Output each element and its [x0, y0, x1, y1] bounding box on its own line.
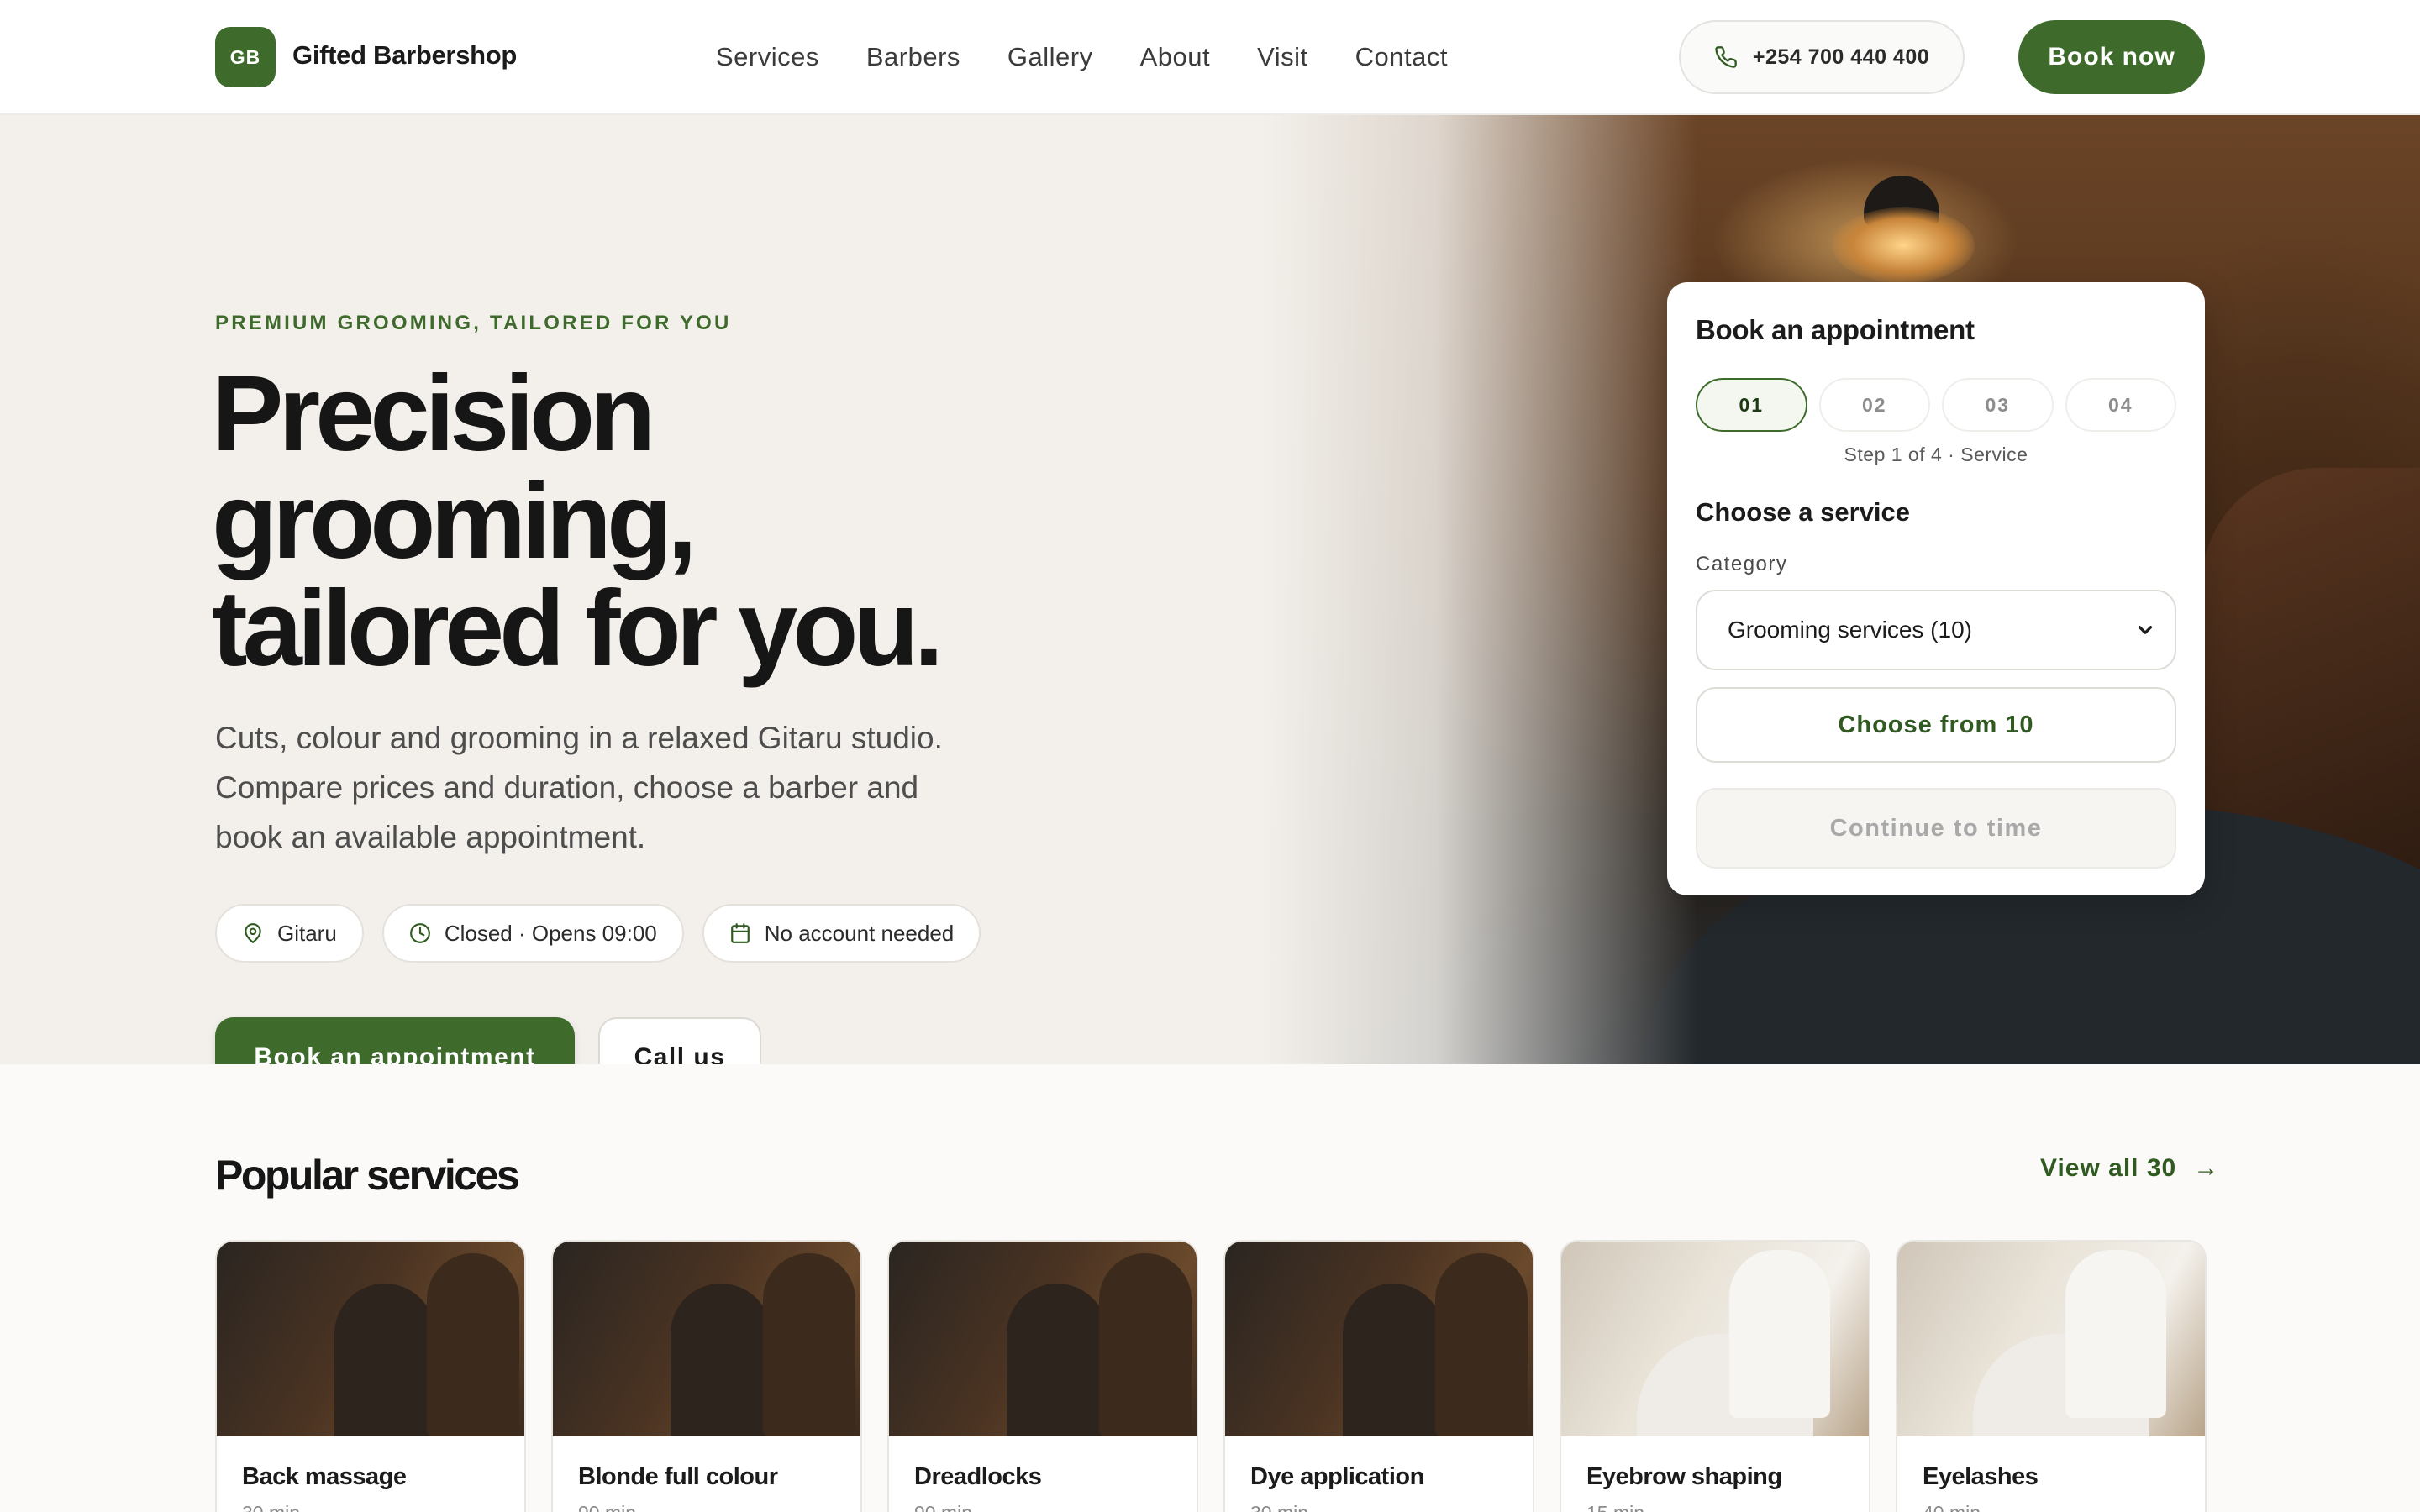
account-chip: No account needed — [702, 904, 981, 963]
service-card[interactable]: Eyebrow shaping 15 min — [1560, 1240, 1870, 1512]
hero-subtitle-line: book an available appointment. — [215, 820, 646, 854]
phone-button[interactable]: +254 700 440 400 — [1679, 20, 1965, 94]
chevron-down-icon — [2138, 626, 2153, 634]
service-card[interactable]: Dye application 30 min — [1223, 1240, 1534, 1512]
service-duration: 30 min — [242, 1502, 300, 1512]
step-3[interactable]: 03 — [1942, 378, 2054, 432]
category-label: Category — [1696, 553, 1788, 575]
location-pin-icon — [245, 923, 261, 943]
service-image — [1897, 1242, 2205, 1436]
view-all-label: View all 30 — [2040, 1154, 2177, 1182]
service-image — [889, 1242, 1197, 1436]
hero-fade-overlay — [1260, 115, 1697, 1064]
service-card[interactable]: Dreadlocks 90 min — [887, 1240, 1198, 1512]
book-appointment-button[interactable]: Book an appointment — [215, 1017, 575, 1064]
booking-card-title: Book an appointment — [1696, 314, 1975, 345]
hero-title-line: tailored for you. — [212, 569, 944, 689]
hero-subtitle-line: Compare prices and duration, choose a ba… — [215, 770, 919, 805]
service-card[interactable]: Back massage 30 min — [215, 1240, 526, 1512]
step-caption: Step 1 of 4 · Service — [1844, 444, 2028, 465]
calendar-icon — [730, 923, 750, 943]
arrow-right-icon: → — [2193, 1154, 2220, 1182]
service-name: Back massage — [242, 1463, 407, 1490]
nav-contact[interactable]: Contact — [1355, 42, 1448, 72]
nav-services[interactable]: Services — [716, 42, 819, 72]
location-chip: Gitaru — [215, 904, 364, 963]
hours-chip-label: Closed · Opens 09:00 — [444, 920, 657, 946]
service-card[interactable]: Blonde full colour 90 min — [551, 1240, 862, 1512]
services-list: Back massage 30 min Blonde full colour 9… — [215, 1240, 2207, 1512]
book-now-button[interactable]: Book now — [2018, 20, 2205, 94]
brand-logo[interactable]: GB — [215, 27, 276, 87]
phone-icon — [1715, 46, 1737, 68]
nav-gallery[interactable]: Gallery — [1007, 42, 1093, 72]
choose-service-heading: Choose a service — [1696, 497, 1911, 527]
service-name: Eyelashes — [1923, 1463, 2039, 1490]
service-image — [217, 1242, 524, 1436]
step-4[interactable]: 04 — [2065, 378, 2176, 432]
nav-barbers[interactable]: Barbers — [866, 42, 960, 72]
phone-number: +254 700 440 400 — [1752, 45, 1930, 69]
brand-name[interactable]: Gifted Barbershop — [292, 40, 517, 71]
hero-title-line: grooming, — [212, 461, 697, 581]
site-header: GB Gifted Barbershop Services Barbers Ga… — [0, 0, 2420, 115]
continue-to-time-button[interactable]: Continue to time — [1696, 788, 2176, 869]
step-1[interactable]: 01 — [1696, 378, 1807, 432]
main-nav: Services Barbers Gallery About Visit Con… — [716, 42, 1448, 72]
category-select-value: Grooming services (10) — [1728, 617, 1972, 643]
service-duration: 15 min — [1586, 1502, 1644, 1512]
service-image — [553, 1242, 860, 1436]
hero-eyebrow: PREMIUM GROOMING, TAILORED FOR YOU — [215, 312, 732, 334]
service-image — [1225, 1242, 1533, 1436]
booking-steps: 01 02 03 04 — [1696, 378, 2176, 432]
hours-chip: Closed · Opens 09:00 — [381, 904, 684, 963]
step-2[interactable]: 02 — [1818, 378, 1930, 432]
booking-card: Book an appointment 01 02 03 04 Step 1 o… — [1667, 282, 2205, 895]
category-select[interactable]: Grooming services (10) — [1696, 590, 2176, 670]
clock-icon — [409, 923, 430, 943]
hero-subtitle: Cuts, colour and grooming in a relaxed G… — [215, 713, 1005, 862]
hero-title: Precision grooming, tailored for you. — [212, 360, 1052, 683]
location-chip-label: Gitaru — [277, 920, 337, 946]
service-name: Dreadlocks — [914, 1463, 1042, 1490]
hero-section: PREMIUM GROOMING, TAILORED FOR YOU Preci… — [0, 115, 2420, 1064]
nav-about[interactable]: About — [1140, 42, 1211, 72]
service-card[interactable]: Eyelashes 40 min — [1896, 1240, 2207, 1512]
nav-visit[interactable]: Visit — [1257, 42, 1308, 72]
service-duration: 90 min — [914, 1502, 972, 1512]
service-duration: 40 min — [1923, 1502, 1981, 1512]
hero-title-line: Precision — [212, 354, 655, 474]
account-chip-label: No account needed — [764, 920, 955, 946]
service-name: Eyebrow shaping — [1586, 1463, 1782, 1490]
service-image — [1561, 1242, 1869, 1436]
choose-service-button[interactable]: Choose from 10 — [1696, 687, 2176, 763]
popular-services-title: Popular services — [215, 1152, 520, 1199]
info-chips: Gitaru Closed · Opens 09:00 No account n… — [215, 904, 981, 963]
service-name: Dye application — [1250, 1463, 1424, 1490]
service-duration: 90 min — [578, 1502, 636, 1512]
service-name: Blonde full colour — [578, 1463, 778, 1490]
view-all-link[interactable]: View all 30 → — [2040, 1154, 2219, 1183]
call-us-button[interactable]: Call us — [598, 1017, 761, 1064]
lamp-glow — [1832, 207, 1975, 283]
service-duration: 30 min — [1250, 1502, 1308, 1512]
hero-subtitle-line: Cuts, colour and grooming in a relaxed G… — [215, 721, 943, 755]
